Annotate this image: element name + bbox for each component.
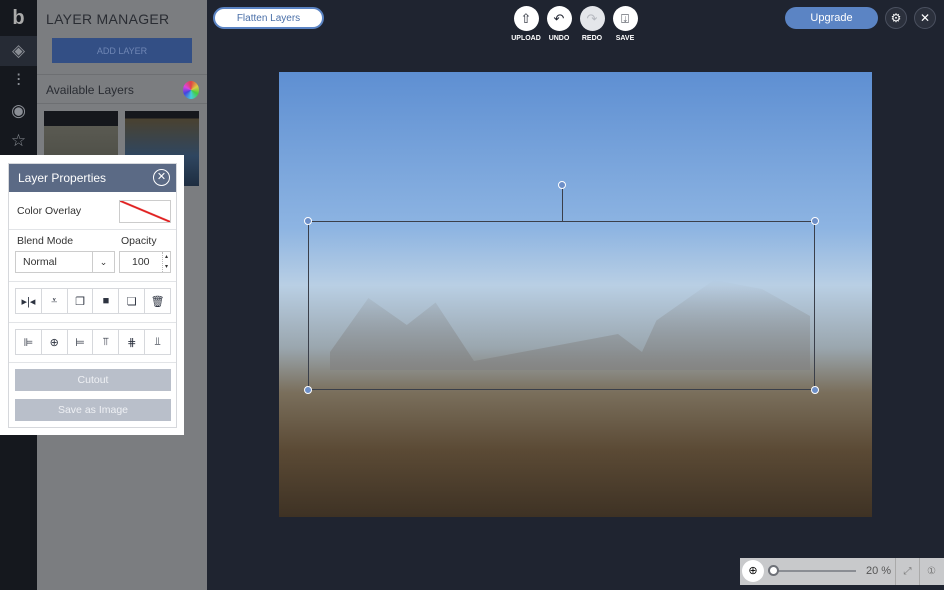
save-icon: ⍗ [612, 6, 638, 31]
align-center-button[interactable]: ⊕ [42, 330, 68, 354]
align-middle-button[interactable]: ⋕ [119, 330, 146, 354]
cutout-button[interactable]: Cutout [15, 369, 171, 391]
save-label: SAVE [615, 35, 635, 42]
layer-properties-dialog: Layer Properties ✕ Color Overlay Blend M… [0, 155, 184, 435]
send-backward-button[interactable]: ❐ [68, 289, 94, 313]
transform-buttons: ▸|◂ ⩡ ❐ ■ ❏ 🗑 [15, 288, 171, 314]
duplicate-button[interactable]: ❏ [119, 289, 146, 313]
color-overlay-swatch[interactable] [119, 200, 171, 223]
chevron-down-icon[interactable]: ⌄ [92, 252, 114, 272]
align-right-button[interactable]: ⊨ [68, 330, 94, 354]
available-layers-header: Available Layers [37, 74, 207, 104]
delete-button[interactable]: 🗑 [145, 289, 170, 313]
selection-box[interactable] [308, 221, 815, 390]
upload-icon: ⇧ [513, 6, 539, 31]
layer-manager-title: LAYER MANAGER [46, 11, 170, 27]
adjustments-icon[interactable]: ⫶ [0, 66, 37, 96]
align-left-button[interactable]: ⊫ [16, 330, 42, 354]
bring-forward-button[interactable]: ■ [93, 289, 120, 313]
dialog-title: Layer Properties [18, 171, 107, 185]
resize-handle[interactable] [811, 217, 819, 225]
align-buttons: ⊫ ⊕ ⊨ ⫪ ⋕ ⫫ [15, 329, 171, 355]
flatten-layers-button[interactable]: Flatten Layers [213, 7, 324, 29]
resize-handle[interactable] [304, 386, 312, 394]
redo-button[interactable]: ↷ REDO [579, 6, 605, 42]
zoom-slider[interactable] [774, 570, 856, 572]
star-icon[interactable]: ☆ [0, 126, 37, 156]
opacity-input[interactable]: 100 ▴ ▾ [119, 251, 171, 273]
color-wheel-icon[interactable] [183, 81, 199, 99]
opacity-stepper[interactable]: ▴ ▾ [162, 252, 170, 272]
layers-icon[interactable]: ◈ [0, 36, 37, 66]
save-as-image-button[interactable]: Save as Image [15, 399, 171, 421]
undo-button[interactable]: ↶ UNDO [546, 6, 572, 42]
available-layers-label: Available Layers [46, 83, 134, 97]
eye-icon[interactable]: ◉ [0, 96, 37, 126]
close-icon[interactable]: ✕ [153, 169, 170, 186]
blend-mode-label: Blend Mode [17, 235, 74, 247]
fit-screen-icon[interactable]: ⤢ [895, 558, 919, 585]
align-top-button[interactable]: ⫪ [93, 330, 120, 354]
save-button[interactable]: ⍗ SAVE [612, 6, 638, 42]
upload-button[interactable]: ⇧ UPLOAD [511, 6, 541, 42]
align-bottom-button[interactable]: ⫫ [145, 330, 170, 354]
upgrade-button[interactable]: Upgrade [785, 7, 878, 29]
actual-size-icon[interactable]: ① [919, 558, 943, 585]
opacity-label: Opacity [121, 235, 157, 247]
rotate-line [562, 185, 563, 221]
color-overlay-label: Color Overlay [17, 205, 82, 217]
resize-handle[interactable] [811, 386, 819, 394]
zoom-percentage: 20 % [866, 565, 892, 577]
zoom-bar: ⊕ 20 % ⤢ ① [740, 558, 944, 585]
close-icon[interactable]: ✕ [914, 7, 936, 29]
opacity-value: 100 [132, 256, 150, 268]
blend-mode-value: Normal [23, 256, 57, 268]
redo-icon: ↷ [579, 6, 605, 31]
zoom-slider-knob[interactable] [768, 565, 780, 576]
flip-horizontal-button[interactable]: ▸|◂ [16, 289, 42, 313]
rotate-handle[interactable] [558, 181, 566, 189]
zoom-in-icon[interactable]: ⊕ [742, 560, 764, 582]
add-layer-button[interactable]: ADD LAYER [52, 38, 192, 63]
resize-handle[interactable] [304, 217, 312, 225]
blend-mode-select[interactable]: Normal ⌄ [15, 251, 115, 273]
undo-icon: ↶ [546, 6, 572, 31]
logo-icon[interactable]: b [0, 3, 37, 33]
layer-properties-header: Layer Properties ✕ [9, 164, 176, 192]
gear-icon[interactable]: ⚙ [885, 7, 907, 29]
flip-vertical-button[interactable]: ⩡ [42, 289, 68, 313]
